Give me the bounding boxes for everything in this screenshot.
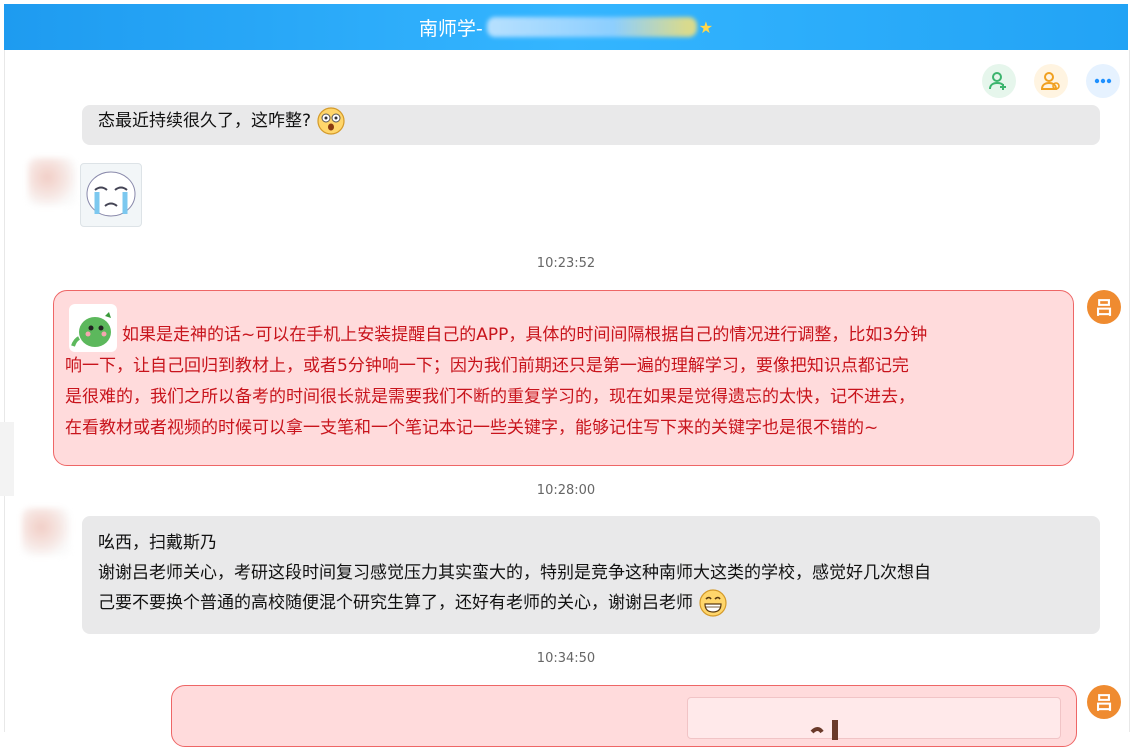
more-dots-icon (1094, 78, 1112, 84)
message-line: 响一下，让自己回归到教材上，或者5分钟响一下；因为我们前期还只是第一遍的理解学习… (65, 356, 909, 376)
teacher-avatar[interactable]: 吕 (1087, 290, 1121, 324)
add-person-icon (989, 72, 1006, 90)
star-icon: ★ (698, 17, 714, 37)
message-text: 态最近持续很久了，这咋整? (98, 111, 312, 131)
image-fragment-icon (810, 720, 838, 740)
incoming-message-bubble[interactable]: 态最近持续很久了，这咋整? (82, 105, 1100, 145)
window-title: 南师学- (418, 17, 483, 40)
message-line: 吆西，扫戴斯乃 (98, 533, 217, 553)
crying-face-icon (86, 171, 136, 217)
group-person-icon (1040, 72, 1060, 90)
message-line: 谢谢吕老师关心，考研这段时间复习感觉压力其实蛮大的，特别是竞争这种南师大这类的学… (98, 563, 931, 583)
message-line: 在看教材或者视频的时候可以拿一支笔和一个笔记本记一些关键字，能够记住写下来的关键… (65, 418, 879, 438)
message-line: 己要不要换个普通的高校随便混个研究生算了，还好有老师的关心，谢谢吕老师 (98, 593, 693, 613)
group-button[interactable] (1034, 64, 1068, 98)
window-titlebar: 南师学- ★ (4, 4, 1128, 50)
message-line-wrap: 己要不要换个普通的高校随便混个研究生算了，还好有老师的关心，谢谢吕老师 (98, 588, 1084, 618)
teacher-avatar-char: 吕 (1095, 693, 1113, 714)
avatar[interactable] (28, 158, 76, 206)
outgoing-message-bubble[interactable]: 如果是走神的话~可以在手机上安装提醒自己的APP，具体的时间间隔根据自己的情况进… (53, 290, 1074, 466)
grinning-emoji-icon (699, 589, 728, 617)
attached-image[interactable] (687, 697, 1061, 740)
title-redacted-blur (486, 17, 697, 37)
add-friend-button[interactable] (982, 64, 1016, 98)
avatar[interactable] (22, 508, 70, 556)
more-button[interactable] (1086, 64, 1120, 98)
timestamp: 10:23:52 (536, 256, 596, 271)
teacher-avatar-char: 吕 (1095, 298, 1113, 319)
shocked-emoji-icon (317, 107, 346, 135)
crying-sticker-image[interactable] (80, 163, 142, 227)
message-line: 是很难的，我们之所以备考的时间很长就是需要我们不断的重复学习的，现在如果是觉得遗… (65, 387, 915, 407)
incoming-message-bubble[interactable]: 吆西，扫戴斯乃 谢谢吕老师关心，考研这段时间复习感觉压力其实蛮大的，特别是竞争这… (82, 516, 1100, 634)
message-line: 如果是走神的话~可以在手机上安装提醒自己的APP，具体的时间间隔根据自己的情况进… (122, 325, 928, 345)
dinosaur-sticker-icon (69, 304, 117, 352)
timestamp: 10:28:00 (536, 483, 596, 498)
teacher-avatar[interactable]: 吕 (1087, 685, 1121, 719)
timestamp: 10:34:50 (536, 651, 596, 666)
